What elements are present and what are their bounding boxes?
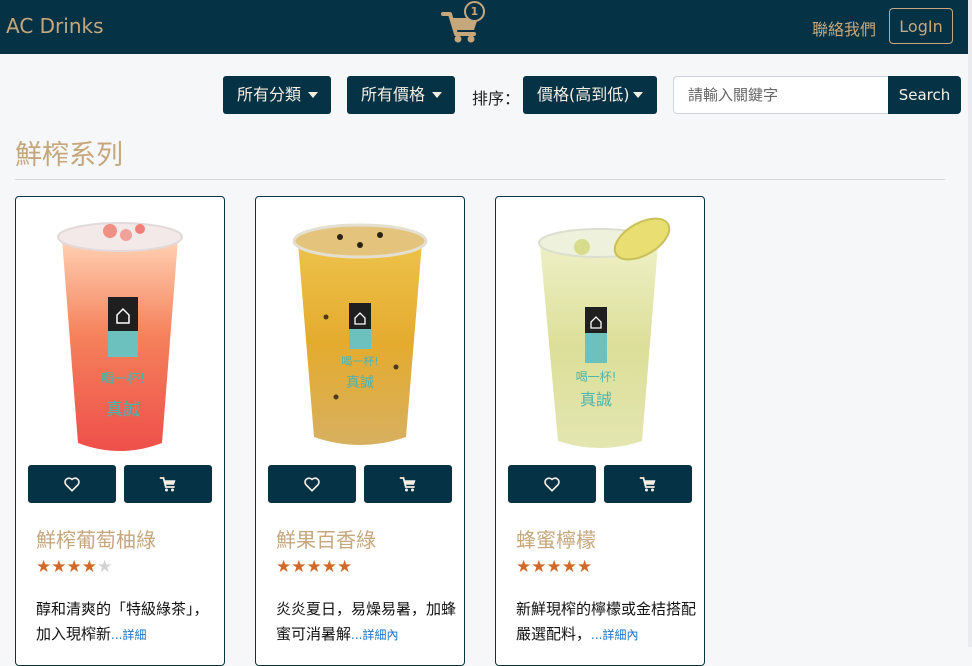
svg-text:喝一杯!: 喝一杯! — [341, 354, 378, 368]
product-description: 新鮮現榨的檸檬或金桔搭配嚴選配料，...詳細內 — [516, 597, 696, 648]
star-empty-icon: ★ — [97, 557, 113, 577]
star-filled-icon: ★ — [561, 557, 577, 577]
star-filled-icon: ★ — [291, 557, 307, 577]
brand-logo[interactable]: AC Drinks — [6, 14, 104, 38]
details-link[interactable]: ...詳細內 — [591, 628, 638, 642]
star-filled-icon: ★ — [36, 557, 52, 577]
svg-text:喝一杯!: 喝一杯! — [101, 372, 145, 387]
product-card: 喝一杯! 真誠 鮮果百香綠 ★★★★★ 炎炎夏日，易燥易暑，加蜂蜜可消暑解...… — [255, 196, 465, 666]
cart-count-badge: 1 — [464, 1, 485, 22]
product-card: 喝一杯! 真誠 蜂蜜檸檬 ★★★★★ 新鮮現榨的檸檬或金桔搭配嚴選配料，...詳… — [495, 196, 705, 666]
sort-label: 排序： — [472, 89, 521, 108]
star-filled-icon: ★ — [321, 557, 337, 577]
add-to-cart-button[interactable] — [604, 465, 692, 503]
chevron-down-icon — [432, 92, 442, 98]
section-divider — [15, 179, 945, 180]
login-button[interactable]: LogIn — [889, 8, 953, 44]
drink-image: 喝一杯! 真誠 — [538, 217, 671, 448]
star-filled-icon: ★ — [276, 557, 292, 577]
product-description: 炎炎夏日，易燥易暑，加蜂蜜可消暑解...詳細內 — [276, 597, 456, 648]
product-card: 喝一杯! 真誠 鮮榨葡萄柚綠 ★★★★★ 醇和清爽的「特級綠茶」，加入現榨新..… — [15, 196, 225, 666]
contact-link[interactable]: 聯絡我們 — [812, 16, 876, 40]
add-to-cart-button[interactable] — [124, 465, 212, 503]
category-dropdown-label: 所有分類 — [237, 85, 302, 104]
add-to-favorites-button[interactable] — [28, 465, 116, 503]
star-filled-icon: ★ — [546, 557, 562, 577]
star-rating: ★★★★★ — [36, 557, 112, 577]
heart-icon — [304, 477, 320, 492]
star-filled-icon: ★ — [516, 557, 532, 577]
category-dropdown[interactable]: 所有分類 — [223, 76, 331, 114]
heart-icon — [544, 477, 560, 492]
drink-image: 喝一杯! 真誠 — [57, 222, 183, 451]
star-filled-icon: ★ — [577, 557, 593, 577]
svg-text:真誠: 真誠 — [106, 400, 140, 420]
product-name[interactable]: 蜂蜜檸檬 — [516, 524, 596, 553]
section-title: 鮮榨系列 — [15, 140, 123, 171]
drink-image: 喝一杯! 真誠 — [292, 223, 428, 445]
star-rating: ★★★★★ — [276, 557, 352, 577]
svg-text:喝一杯!: 喝一杯! — [576, 370, 617, 384]
add-to-favorites-button[interactable] — [268, 465, 356, 503]
star-filled-icon: ★ — [531, 557, 547, 577]
star-filled-icon: ★ — [337, 557, 353, 577]
star-filled-icon: ★ — [66, 557, 82, 577]
add-to-cart-button[interactable] — [364, 465, 452, 503]
star-rating: ★★★★★ — [516, 557, 592, 577]
sort-dropdown-label: 價格(高到低) — [537, 85, 630, 104]
cart-icon — [159, 477, 176, 492]
scrollbar-track[interactable] — [968, 0, 972, 647]
price-dropdown[interactable]: 所有價格 — [347, 76, 455, 114]
search-input[interactable] — [673, 76, 889, 114]
star-filled-icon: ★ — [51, 557, 67, 577]
search-button[interactable]: Search — [888, 76, 961, 114]
cart-button[interactable]: 1 — [440, 0, 486, 44]
svg-text:真誠: 真誠 — [580, 390, 612, 409]
price-dropdown-label: 所有價格 — [361, 85, 426, 104]
chevron-down-icon — [308, 92, 318, 98]
chevron-down-icon — [633, 92, 643, 98]
details-link[interactable]: ...詳細內 — [351, 628, 398, 642]
heart-icon — [64, 477, 80, 492]
svg-text:真誠: 真誠 — [346, 375, 374, 391]
navbar: AC Drinks 1 聯絡我們 LogIn — [0, 0, 972, 54]
product-name[interactable]: 鮮榨葡萄柚綠 — [36, 524, 156, 553]
star-filled-icon: ★ — [306, 557, 322, 577]
product-description: 醇和清爽的「特級綠茶」，加入現榨新...詳細 — [36, 597, 216, 648]
cart-icon — [639, 477, 656, 492]
star-filled-icon: ★ — [81, 557, 97, 577]
sort-dropdown[interactable]: 價格(高到低) — [523, 76, 657, 114]
details-link[interactable]: ...詳細 — [111, 628, 146, 642]
cart-icon — [399, 477, 416, 492]
product-name[interactable]: 鮮果百香綠 — [276, 524, 376, 553]
add-to-favorites-button[interactable] — [508, 465, 596, 503]
